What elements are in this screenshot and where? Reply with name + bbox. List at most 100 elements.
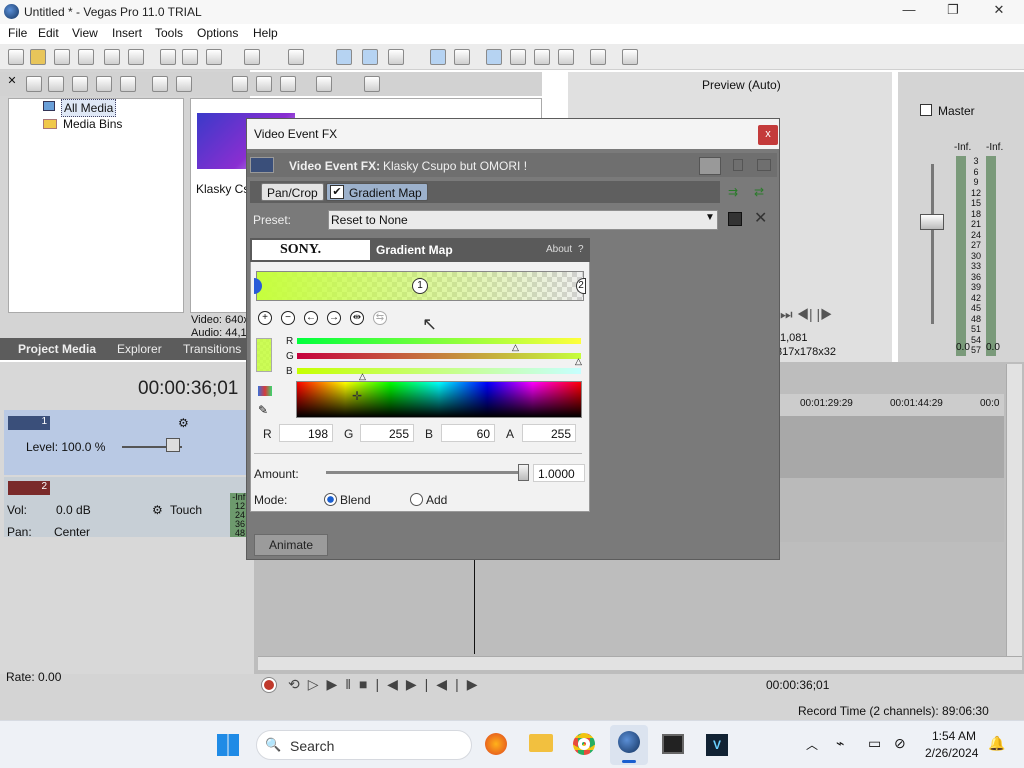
- vegas-pro-icon[interactable]: V: [706, 734, 728, 756]
- undo-icon[interactable]: [244, 49, 260, 65]
- display-icon[interactable]: ▭: [868, 735, 881, 752]
- about-link[interactable]: About: [546, 244, 572, 255]
- r-channel-slider[interactable]: [297, 338, 581, 344]
- b-field[interactable]: 60: [441, 424, 495, 442]
- mode-add-radio[interactable]: [410, 493, 423, 506]
- g-field[interactable]: 255: [360, 424, 414, 442]
- add-fx-icon[interactable]: ⇉: [728, 185, 738, 199]
- timeline-vertical-scrollbar[interactable]: [1006, 364, 1022, 656]
- media-fx-icon[interactable]: [96, 76, 112, 92]
- timeline-horizontal-scrollbar[interactable]: [258, 656, 1022, 670]
- chrome-icon[interactable]: [573, 733, 595, 755]
- menu-view[interactable]: View: [72, 26, 98, 40]
- eyedropper-icon[interactable]: ✎: [258, 403, 268, 417]
- fx-tile-view-icon[interactable]: [757, 159, 771, 171]
- close-window-button[interactable]: ✕: [976, 2, 1022, 22]
- menu-insert[interactable]: Insert: [112, 26, 142, 40]
- transport-buttons[interactable]: ⟲▷▶‖■|◀▶|◀|▶: [288, 676, 485, 693]
- master-fader[interactable]: [920, 214, 944, 230]
- amount-slider[interactable]: [326, 471, 526, 474]
- volume-muted-icon[interactable]: ⊘: [894, 735, 906, 752]
- menu-edit[interactable]: Edit: [38, 26, 59, 40]
- stop-preview-icon[interactable]: [256, 76, 272, 92]
- track1-level-thumb[interactable]: [166, 438, 180, 452]
- cut-icon[interactable]: [160, 49, 176, 65]
- search-icon[interactable]: [364, 76, 380, 92]
- dialog-title-bar[interactable]: Video Event FX: [247, 119, 779, 149]
- save-icon[interactable]: [54, 49, 70, 65]
- chevron-up-icon[interactable]: ︿: [806, 736, 818, 753]
- chain-gradient-map[interactable]: ✔ Gradient Map: [326, 183, 428, 201]
- tab-explorer[interactable]: Explorer: [117, 342, 162, 356]
- chain-pan-crop[interactable]: Pan/Crop: [261, 183, 324, 201]
- g-channel-slider[interactable]: [297, 353, 581, 359]
- track2-fx-gear-icon[interactable]: ⚙: [152, 503, 163, 517]
- menu-file[interactable]: File: [8, 26, 27, 40]
- remove-media-icon[interactable]: [152, 76, 168, 92]
- remove-fx-icon[interactable]: ⇄: [754, 185, 764, 199]
- save-preset-icon[interactable]: [728, 212, 742, 226]
- auto-preview-icon[interactable]: [280, 76, 296, 92]
- save-as-icon[interactable]: [78, 49, 94, 65]
- menu-options[interactable]: Options: [197, 26, 238, 40]
- vegas-taskbar-item[interactable]: [610, 725, 648, 765]
- track2-automation-mode[interactable]: Touch: [170, 503, 202, 517]
- enable-snapping-icon[interactable]: [486, 49, 502, 65]
- auto-ripple-icon[interactable]: [430, 49, 446, 65]
- snapping-icon[interactable]: [388, 49, 404, 65]
- preview-transport-icons[interactable]: ⏭ ◀| |▶: [780, 306, 833, 323]
- clock-date[interactable]: 2/26/2024: [925, 746, 978, 760]
- firefox-icon[interactable]: [485, 733, 507, 755]
- capture-video-icon[interactable]: [48, 76, 64, 92]
- audio-track-header[interactable]: 2 Vol: 0.0 dB ⚙ Touch Pan: Center -Inf. 1…: [4, 477, 252, 539]
- windows-start-icon[interactable]: [217, 734, 239, 756]
- tab-project-media[interactable]: Project Media: [18, 342, 96, 356]
- ignore-grouping-icon[interactable]: [534, 49, 550, 65]
- tree-media-bins[interactable]: Media Bins: [63, 117, 122, 131]
- whats-this-help-icon[interactable]: [622, 49, 638, 65]
- distribute-stops-icon[interactable]: ⇹: [350, 311, 364, 325]
- gradient-stop-2[interactable]: 2: [576, 278, 586, 294]
- fx-list-view-icon[interactable]: [699, 157, 721, 175]
- move-stop-right-icon[interactable]: →: [327, 311, 341, 325]
- auto-crossfade-icon[interactable]: [510, 49, 526, 65]
- taskbar-search-box[interactable]: 🔍 Search: [256, 730, 472, 760]
- envelope-tool-icon[interactable]: [362, 49, 378, 65]
- menu-help[interactable]: Help: [253, 26, 278, 40]
- media-properties-icon[interactable]: [176, 76, 192, 92]
- r-slider-thumb[interactable]: △: [512, 342, 519, 353]
- delete-preset-icon[interactable]: ✕: [754, 208, 767, 228]
- about-help-icon[interactable]: ?: [578, 244, 584, 255]
- network-icon[interactable]: ⌁: [836, 735, 844, 752]
- plugin-manager-icon[interactable]: [590, 49, 606, 65]
- copy-icon[interactable]: [182, 49, 198, 65]
- color-picker-mode-icon[interactable]: [258, 386, 272, 396]
- track1-fx-gear-icon[interactable]: ⚙: [178, 416, 189, 430]
- normal-edit-tool-icon[interactable]: [336, 49, 352, 65]
- new-project-icon[interactable]: [8, 49, 24, 65]
- preset-dropdown[interactable]: Reset to None ▼: [328, 210, 718, 230]
- lock-envelopes-icon[interactable]: [454, 49, 470, 65]
- paste-icon[interactable]: [206, 49, 222, 65]
- a-field[interactable]: 255: [522, 424, 576, 442]
- reverse-stops-icon[interactable]: ⇆: [373, 311, 387, 325]
- play-preview-icon[interactable]: [232, 76, 248, 92]
- r-field[interactable]: 198: [279, 424, 333, 442]
- import-media-icon[interactable]: [26, 76, 42, 92]
- notification-bell-icon[interactable]: 🔔: [988, 735, 1005, 752]
- menu-tools[interactable]: Tools: [155, 26, 183, 40]
- minimize-button[interactable]: —: [886, 2, 932, 22]
- maximize-button[interactable]: ❐: [930, 2, 976, 22]
- video-track-header[interactable]: 1 Level: 100.0 % ⚙: [4, 410, 252, 475]
- add-stop-icon[interactable]: +: [258, 311, 272, 325]
- render-icon[interactable]: [104, 49, 120, 65]
- animate-button[interactable]: Animate: [254, 534, 328, 556]
- amount-field[interactable]: 1.0000: [533, 464, 585, 482]
- redo-icon[interactable]: [288, 49, 304, 65]
- amount-slider-thumb[interactable]: [518, 464, 529, 481]
- fx-grid-view-icon[interactable]: [733, 159, 743, 171]
- remove-stop-icon[interactable]: −: [281, 311, 295, 325]
- dialog-close-button[interactable]: x: [758, 125, 778, 145]
- views-icon[interactable]: [316, 76, 332, 92]
- properties-icon[interactable]: [128, 49, 144, 65]
